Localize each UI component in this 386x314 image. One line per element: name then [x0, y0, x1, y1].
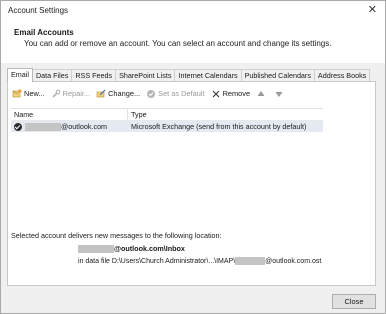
- repair-button[interactable]: Repair...: [51, 89, 91, 99]
- account-row[interactable]: @outlook.com Microsoft Exchange (send fr…: [11, 121, 323, 132]
- wrench-icon: [52, 89, 60, 97]
- redacted-block: [235, 257, 266, 265]
- account-name-cell: @outlook.com: [11, 121, 128, 132]
- delivery-file-suffix: @outlook.com.ost: [265, 257, 322, 265]
- new-button[interactable]: New...: [12, 88, 45, 99]
- dialog-body: Email Data Files RSS Feeds SharePoint Li…: [1, 63, 385, 291]
- check-circle-icon: [147, 89, 156, 98]
- dialog-footer: Close: [1, 291, 385, 313]
- delivery-file-prefix: in data file D:\Users\Church Administrat…: [78, 257, 236, 265]
- close-icon[interactable]: ✕: [368, 4, 377, 16]
- set-as-default-label: Set as Default: [158, 89, 205, 98]
- window-title: Account Settings: [8, 6, 69, 15]
- tab-email[interactable]: Email: [7, 68, 33, 82]
- change-account-icon: [96, 89, 106, 97]
- new-account-icon: [12, 88, 22, 97]
- remove-button[interactable]: Remove: [211, 89, 251, 99]
- repair-button-label: Repair...: [62, 89, 91, 98]
- account-list: Name Type @outlook.com Microsoft Exchang…: [11, 108, 323, 220]
- close-button[interactable]: Close: [332, 294, 376, 309]
- header-title: Email Accounts: [14, 28, 74, 37]
- arrow-down-icon: [275, 91, 283, 97]
- move-up-button[interactable]: [256, 89, 268, 99]
- redacted-block: [25, 122, 61, 131]
- default-account-check-icon: [14, 122, 22, 131]
- dialog-header: Email Accounts You can add or remove an …: [1, 21, 385, 63]
- delivery-folder-text: @outlook.com\Inbox: [114, 244, 185, 253]
- set-as-default-button[interactable]: Set as Default: [146, 89, 205, 99]
- title-bar: Account Settings ✕: [1, 1, 385, 21]
- delivery-folder: @outlook.com\Inbox: [78, 244, 185, 253]
- redacted-block: [78, 244, 114, 253]
- account-name: @outlook.com: [61, 122, 108, 131]
- account-toolbar: New... Repair... Change... Set as Defaul…: [12, 87, 292, 100]
- account-type: Microsoft Exchange (send from this accou…: [131, 122, 307, 131]
- tab-strip: Email Data Files RSS Feeds SharePoint Li…: [7, 68, 371, 82]
- list-header: Name Type: [11, 109, 323, 121]
- email-tab-panel: New... Repair... Change... Set as Defaul…: [7, 81, 376, 286]
- remove-button-label: Remove: [222, 89, 251, 98]
- change-button-label: Change...: [108, 89, 141, 98]
- new-button-label: New...: [24, 89, 45, 98]
- delivery-data-file: in data file D:\Users\Church Administrat…: [78, 257, 321, 265]
- remove-x-icon: [212, 90, 219, 97]
- delivery-label: Selected account delivers new messages t…: [11, 231, 222, 240]
- arrow-up-icon: [257, 90, 265, 96]
- move-down-button[interactable]: [274, 89, 286, 99]
- column-header-type[interactable]: Type: [128, 109, 147, 120]
- change-button[interactable]: Change...: [96, 89, 140, 99]
- header-description: You can add or remove an account. You ca…: [24, 39, 332, 48]
- account-settings-window: Account Settings ✕ Email Accounts You ca…: [0, 0, 386, 314]
- column-header-name[interactable]: Name: [11, 109, 128, 120]
